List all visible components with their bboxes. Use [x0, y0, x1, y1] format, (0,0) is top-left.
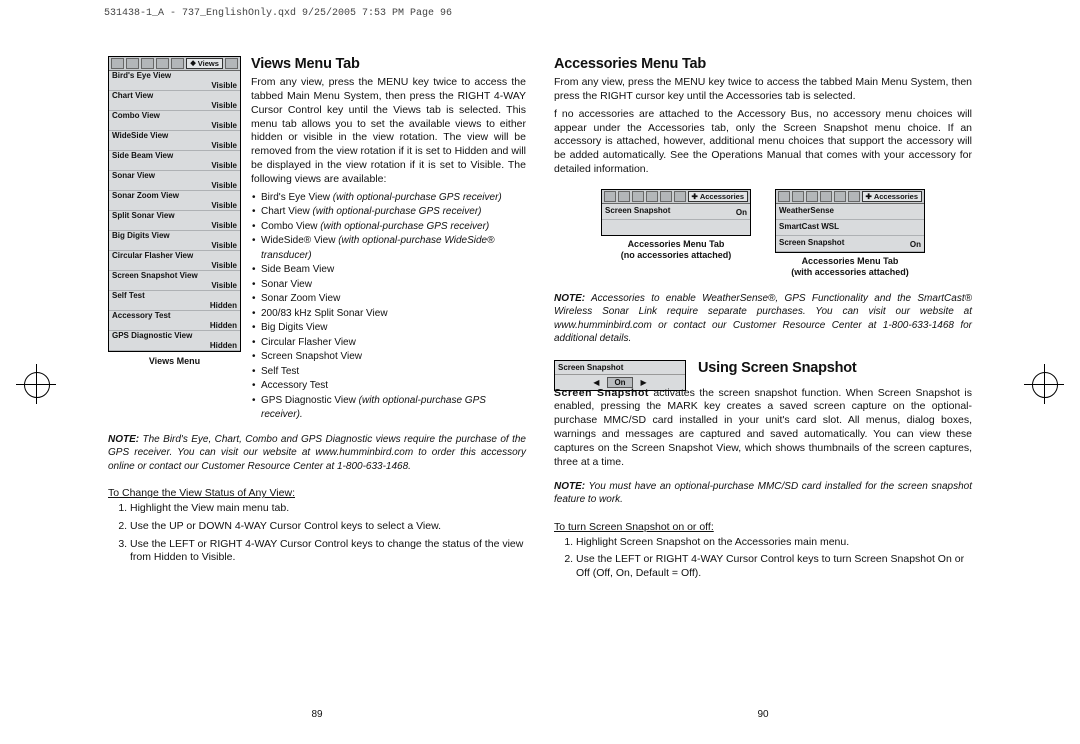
views-menu-row: Combo ViewVisible [109, 111, 240, 131]
tab-icon [646, 191, 658, 202]
note-accessories: NOTE: Accessories to enable WeatherSense… [554, 292, 972, 346]
subheading-change-view: To Change the View Status of Any View: [108, 487, 526, 499]
list-item: 200/83 kHz Split Sonar View [255, 307, 526, 322]
control-label: Screen Snapshot [555, 361, 685, 375]
list-item: Sonar Zoom View [255, 292, 526, 307]
subheading-turn-snapshot: To turn Screen Snapshot on or off: [554, 521, 972, 533]
tab-icon [848, 191, 860, 202]
plus-icon: ✚ [866, 192, 872, 201]
tab-icon [225, 58, 238, 69]
paragraph: f no accessories are attached to the Acc… [554, 108, 972, 177]
arrow-left-icon: ◀ [593, 378, 599, 387]
views-menu-row: Sonar ViewVisible [109, 171, 240, 191]
tab-icon [604, 191, 616, 202]
tab-icon [171, 58, 184, 69]
page-number: 90 [554, 709, 972, 720]
note-gps: NOTE: The Bird's Eye, Chart, Combo and G… [108, 433, 526, 474]
step-item: Use the LEFT or RIGHT 4-WAY Cursor Contr… [576, 553, 972, 580]
tab-icon [778, 191, 790, 202]
paragraph: Screen Snapshot activates the screen sna… [554, 387, 972, 470]
views-menu-row: GPS Diagnostic ViewHidden [109, 331, 240, 351]
views-menu-row: Accessory TestHidden [109, 311, 240, 331]
plus-icon: ✚ [692, 192, 698, 201]
views-menu-row: Split Sonar ViewVisible [109, 211, 240, 231]
tab-icon [111, 58, 124, 69]
figure-caption: Accessories Menu Tab(with accessories at… [775, 256, 925, 278]
tab-icon [660, 191, 672, 202]
tab-icon [674, 191, 686, 202]
list-item: Self Test [255, 365, 526, 380]
tab-bar: ◆Views [109, 57, 240, 71]
page-number: 89 [108, 709, 526, 720]
heading-using-screen-snapshot: Using Screen Snapshot [698, 360, 972, 376]
heading-views-menu-tab: Views Menu Tab [251, 56, 526, 72]
views-menu-row: Bird's Eye ViewVisible [109, 71, 240, 91]
list-item: GPS Diagnostic View (with optional-purch… [255, 394, 526, 423]
views-menu-row: Self TestHidden [109, 291, 240, 311]
views-menu-row: Sonar Zoom ViewVisible [109, 191, 240, 211]
tab-icon [141, 58, 154, 69]
intro-paragraph: From any view, press the MENU key twice … [554, 76, 972, 104]
step-item: Highlight Screen Snapshot on the Accesso… [576, 536, 972, 550]
list-item: Side Beam View [255, 263, 526, 278]
list-item: Combo View (with optional-purchase GPS r… [255, 220, 526, 235]
figure-accessories-none: ✚Accessories Screen SnapshotOn Accessori… [601, 189, 751, 261]
views-bullet-list: Bird's Eye View (with optional-purchase … [251, 191, 526, 423]
list-item: Screen Snapshot View [255, 350, 526, 365]
tab-views: ◆Views [186, 58, 223, 69]
views-menu-row: Side Beam ViewVisible [109, 151, 240, 171]
list-item: Circular Flasher View [255, 336, 526, 351]
list-item: Big Digits View [255, 321, 526, 336]
views-menu-row: Big Digits ViewVisible [109, 231, 240, 251]
note-mmc-sd: NOTE: You must have an optional-purchase… [554, 480, 972, 507]
accessory-row: Screen SnapshotOn [776, 236, 924, 252]
figure-caption: Views Menu [108, 356, 241, 366]
list-item: Accessory Test [255, 379, 526, 394]
tab-icon [792, 191, 804, 202]
tab-icon [126, 58, 139, 69]
diamond-icon: ◆ [190, 60, 195, 67]
tab-accessories: ✚Accessories [862, 191, 923, 202]
arrow-right-icon: ▶ [641, 378, 647, 387]
figure-accessories-attached: ✚Accessories WeatherSenseSmartCast WSLSc… [775, 189, 925, 278]
figure-caption: Accessories Menu Tab(no accessories atta… [601, 239, 751, 261]
accessory-row: WeatherSense [776, 204, 924, 220]
tab-icon [834, 191, 846, 202]
views-menu-figure: ◆Views Bird's Eye ViewVisibleChart ViewV… [108, 56, 241, 427]
step-item: Use the UP or DOWN 4-WAY Cursor Control … [130, 520, 526, 534]
step-item: Highlight the View main menu tab. [130, 502, 526, 516]
tab-accessories: ✚Accessories [688, 191, 749, 202]
list-item: Chart View (with optional-purchase GPS r… [255, 205, 526, 220]
views-menu-row: WideSide ViewVisible [109, 131, 240, 151]
accessory-row: SmartCast WSL [776, 220, 924, 236]
views-menu-row: Circular Flasher ViewVisible [109, 251, 240, 271]
intro-paragraph: From any view, press the MENU key twice … [251, 76, 526, 187]
list-item: Bird's Eye View (with optional-purchase … [255, 191, 526, 206]
tab-icon [820, 191, 832, 202]
heading-accessories-menu-tab: Accessories Menu Tab [554, 56, 972, 72]
tab-icon [806, 191, 818, 202]
print-header: 531438-1_A - 737_EnglishOnly.qxd 9/25/20… [104, 8, 452, 19]
steps-list: Highlight the View main menu tab. Use the… [108, 502, 526, 569]
list-item: Sonar View [255, 278, 526, 293]
views-menu-row: Chart ViewVisible [109, 91, 240, 111]
step-item: Use the LEFT or RIGHT 4-WAY Cursor Contr… [130, 538, 526, 565]
tab-icon [156, 58, 169, 69]
page-left: ◆Views Bird's Eye ViewVisibleChart ViewV… [108, 56, 526, 720]
list-item: WideSide® View (with optional-purchase W… [255, 234, 526, 263]
steps-list: Highlight Screen Snapshot on the Accesso… [554, 536, 972, 585]
tab-icon [632, 191, 644, 202]
page-right: Accessories Menu Tab From any view, pres… [554, 56, 972, 720]
tab-icon [618, 191, 630, 202]
views-menu-row: Screen Snapshot ViewVisible [109, 271, 240, 291]
accessory-row: Screen SnapshotOn [602, 204, 750, 220]
